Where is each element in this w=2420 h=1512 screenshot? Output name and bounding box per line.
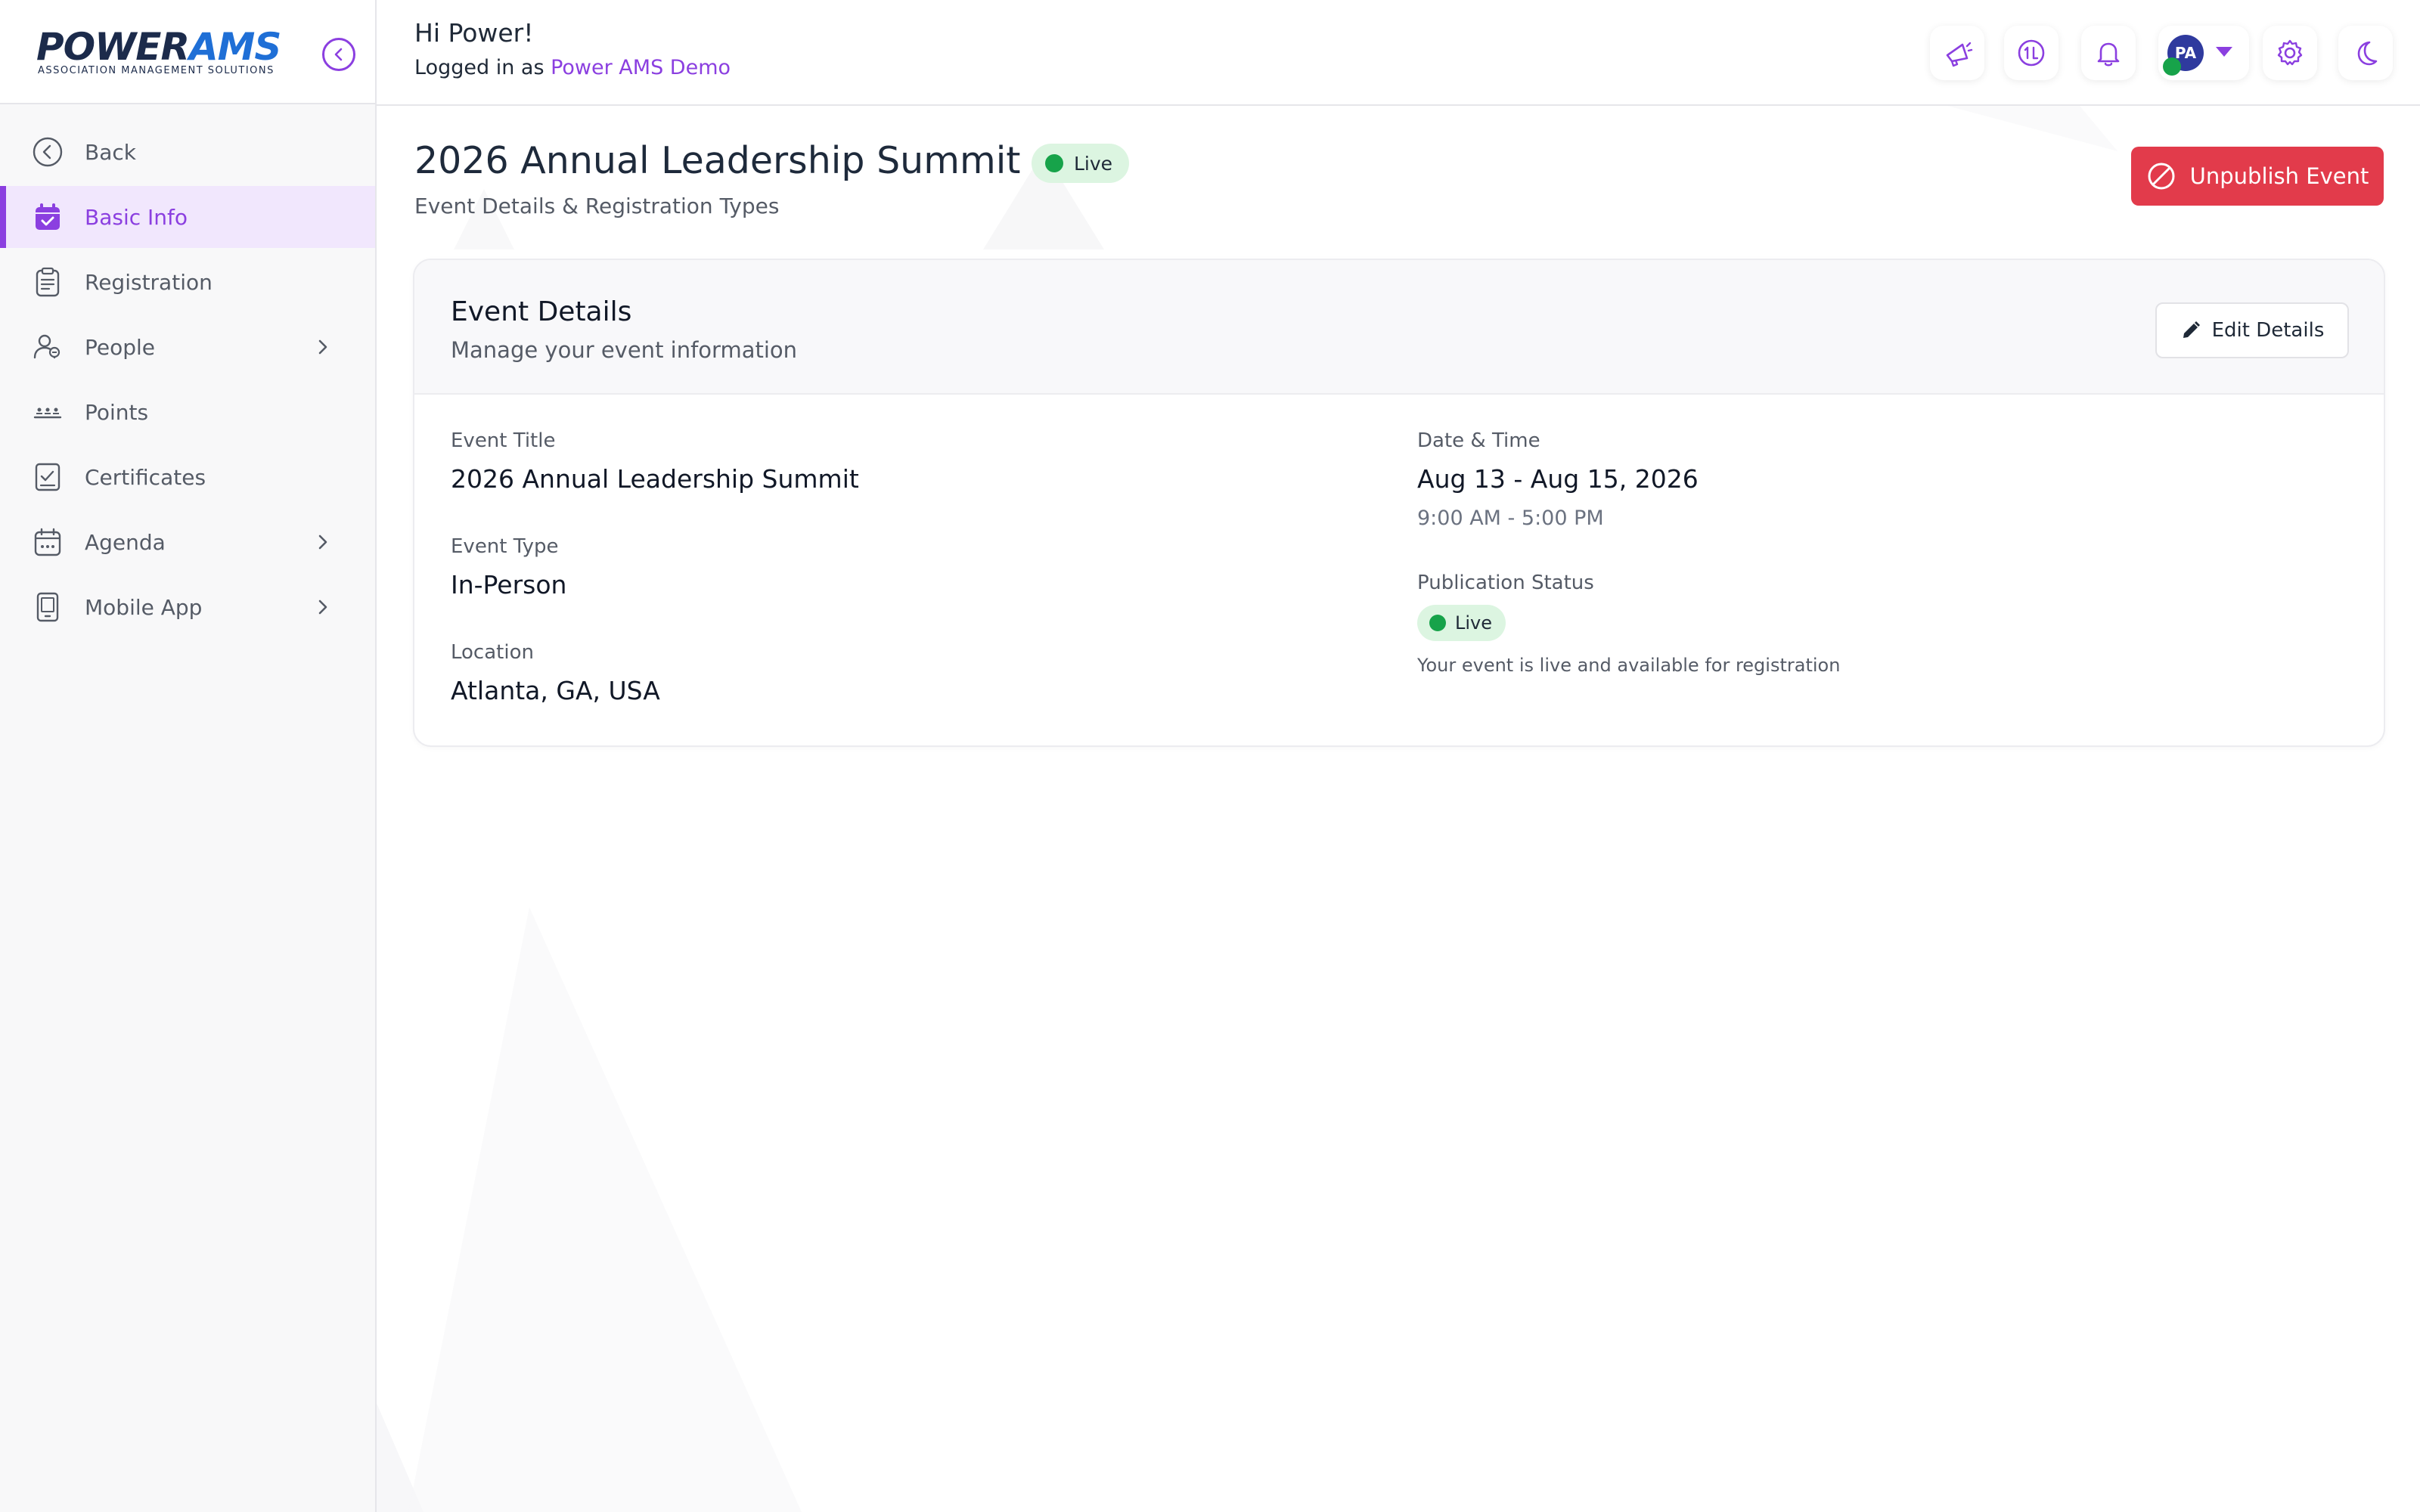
moon-icon bbox=[2357, 41, 2378, 66]
publication-status-badge-label: Live bbox=[1455, 612, 1493, 634]
credits-button[interactable] bbox=[2004, 26, 2059, 80]
status-badge-label: Live bbox=[1074, 152, 1113, 175]
user-menu-button[interactable]: PA bbox=[2158, 26, 2249, 80]
card-header: Event Details Manage your event informat… bbox=[414, 260, 2384, 395]
sidebar-item-label: Certificates bbox=[85, 464, 206, 490]
event-title-label: Event Title bbox=[451, 429, 556, 452]
caret-down-icon bbox=[2216, 47, 2232, 57]
online-status-dot bbox=[2163, 57, 2181, 76]
brand-logo-part1: POWER bbox=[36, 25, 190, 69]
announcements-button[interactable] bbox=[1930, 26, 1984, 80]
chevron-right-icon bbox=[318, 600, 327, 615]
ban-icon bbox=[2148, 163, 2175, 190]
megaphone-icon bbox=[1946, 42, 1973, 67]
mobile-icon bbox=[30, 590, 65, 624]
certificate-icon bbox=[30, 460, 65, 494]
edit-details-button[interactable]: Edit Details bbox=[2155, 302, 2349, 358]
sidebar-item-label: Agenda bbox=[85, 529, 166, 555]
settings-button[interactable] bbox=[2263, 26, 2317, 80]
notifications-button[interactable] bbox=[2081, 26, 2136, 80]
agenda-calendar-icon bbox=[30, 525, 65, 559]
event-details-card: Event Details Manage your event informat… bbox=[413, 259, 2385, 747]
event-type-value: In-Person bbox=[451, 570, 567, 600]
chevron-right-icon bbox=[318, 339, 327, 355]
location-label: Location bbox=[451, 641, 534, 664]
event-type-label: Event Type bbox=[451, 535, 559, 558]
sidebar-item-label: Points bbox=[85, 399, 149, 425]
publication-status-label: Publication Status bbox=[1417, 572, 1594, 594]
coin-icon bbox=[2018, 39, 2045, 67]
dark-mode-toggle[interactable] bbox=[2338, 26, 2393, 80]
calendar-check-icon bbox=[30, 200, 65, 234]
chevron-right-icon bbox=[318, 534, 327, 550]
event-title-value: 2026 Annual Leadership Summit bbox=[451, 464, 859, 494]
collapse-sidebar-button[interactable] bbox=[322, 38, 355, 71]
people-icon bbox=[30, 330, 65, 364]
date-time-label: Date & Time bbox=[1417, 429, 1540, 452]
logged-in-text: Logged in as Power AMS Demo bbox=[414, 56, 731, 79]
unpublish-event-label: Unpublish Event bbox=[2189, 163, 2369, 189]
sidebar-item-label: People bbox=[85, 334, 156, 360]
brand-logo[interactable]: POWERAMS bbox=[36, 26, 281, 68]
greeting-text: Hi Power! bbox=[414, 18, 534, 48]
sidebar-item-registration[interactable]: Registration bbox=[0, 251, 375, 313]
bell-icon bbox=[2097, 42, 2120, 67]
sidebar-nav: Back Basic Info Registration People Poin… bbox=[0, 121, 375, 641]
gear-icon bbox=[2277, 39, 2303, 66]
card-title: Event Details bbox=[451, 296, 632, 327]
sidebar: POWERAMS ASSOCIATION MANAGEMENT SOLUTION… bbox=[0, 0, 377, 1512]
live-dot-icon bbox=[1045, 154, 1063, 172]
brand-tagline: ASSOCIATION MANAGEMENT SOLUTIONS bbox=[38, 65, 275, 76]
publication-status-note: Your event is live and available for reg… bbox=[1417, 655, 1841, 676]
account-name-link[interactable]: Power AMS Demo bbox=[551, 56, 731, 79]
card-subtitle: Manage your event information bbox=[451, 337, 798, 363]
sidebar-item-basic-info[interactable]: Basic Info bbox=[0, 186, 375, 248]
unpublish-event-button[interactable]: Unpublish Event bbox=[2131, 147, 2384, 206]
clipboard-icon bbox=[30, 265, 65, 299]
page-title: 2026 Annual Leadership Summit bbox=[414, 139, 1021, 182]
publication-status-badge: Live bbox=[1417, 605, 1506, 641]
sidebar-item-agenda[interactable]: Agenda bbox=[0, 511, 375, 573]
chevron-left-icon bbox=[334, 48, 343, 61]
sidebar-item-label: Basic Info bbox=[85, 204, 188, 230]
sidebar-item-certificates[interactable]: Certificates bbox=[0, 446, 375, 508]
location-value: Atlanta, GA, USA bbox=[451, 676, 660, 705]
sidebar-item-points[interactable]: Points bbox=[0, 381, 375, 443]
status-badge: Live bbox=[1032, 144, 1130, 183]
logged-in-prefix: Logged in as bbox=[414, 56, 551, 79]
time-value: 9:00 AM - 5:00 PM bbox=[1417, 507, 1604, 530]
sidebar-item-label: Back bbox=[85, 139, 136, 165]
back-circle-icon bbox=[30, 135, 65, 169]
sidebar-item-people[interactable]: People bbox=[0, 316, 375, 378]
pencil-icon bbox=[2183, 321, 2200, 338]
points-icon bbox=[30, 395, 65, 429]
date-value: Aug 13 - Aug 15, 2026 bbox=[1417, 464, 1699, 494]
sidebar-item-label: Mobile App bbox=[85, 594, 203, 620]
live-dot-icon bbox=[1429, 615, 1446, 631]
top-header: Hi Power! Logged in as Power AMS Demo PA bbox=[377, 0, 2420, 106]
sidebar-item-back[interactable]: Back bbox=[0, 121, 375, 183]
logo-area: POWERAMS ASSOCIATION MANAGEMENT SOLUTION… bbox=[0, 0, 375, 104]
sidebar-item-label: Registration bbox=[85, 269, 213, 295]
brand-logo-part2: AMS bbox=[188, 25, 281, 69]
edit-details-label: Edit Details bbox=[2211, 319, 2325, 342]
sidebar-item-mobile-app[interactable]: Mobile App bbox=[0, 576, 375, 638]
page-subtitle: Event Details & Registration Types bbox=[414, 194, 780, 218]
